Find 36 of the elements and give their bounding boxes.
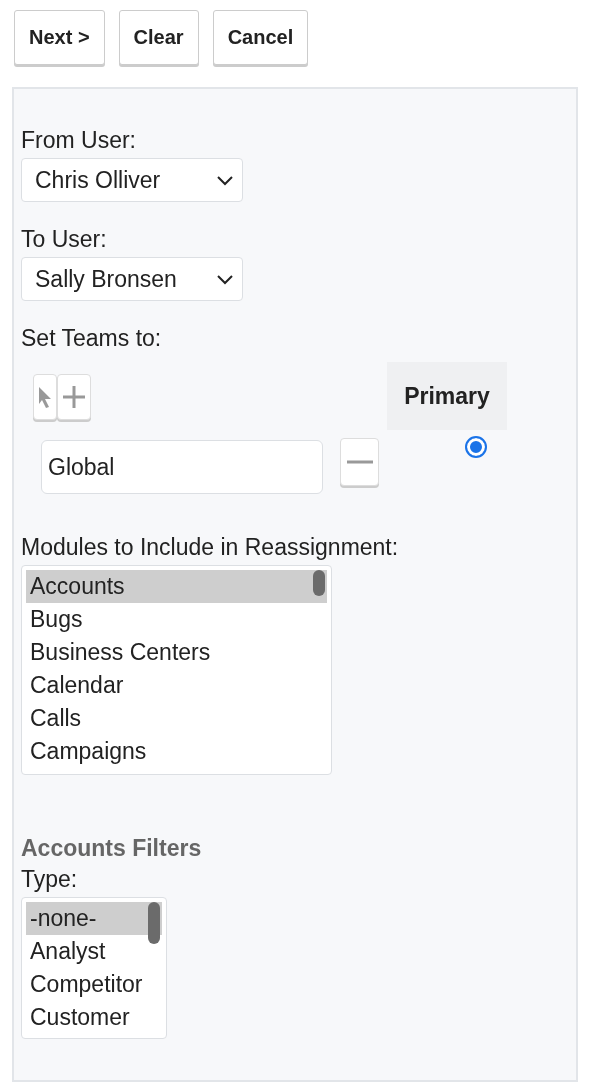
column-header: Primary [387, 362, 507, 430]
chevron-down-icon [216, 273, 234, 285]
field-label: Set Teams to: [21, 325, 162, 352]
select-team-button[interactable] [33, 374, 57, 420]
list-option[interactable]: Campaigns [26, 735, 327, 768]
scrollbar-thumb[interactable] [313, 570, 325, 596]
field-label: From User: [21, 127, 136, 154]
remove-team-button[interactable] [340, 438, 379, 486]
minus-icon [346, 460, 373, 464]
field-label: Type: [21, 866, 78, 893]
plus-icon [62, 385, 86, 409]
list-option[interactable]: Calls [26, 702, 327, 735]
add-team-button[interactable] [57, 374, 91, 420]
to-user-dropdown[interactable]: Sally Bronsen [21, 257, 243, 301]
team-input-field[interactable]: Global [41, 440, 323, 494]
modules-listbox[interactable]: Accounts Bugs Business Centers Calendar Calls Campaigns [21, 565, 332, 775]
field-label: To User: [21, 226, 107, 253]
section-title: Accounts Filters [21, 835, 202, 862]
list-option[interactable]: -none- [26, 902, 162, 935]
cursor-icon [38, 385, 52, 409]
field-label: Modules to Include in Reassignment: [21, 534, 399, 561]
from-user-dropdown[interactable]: Chris Olliver [21, 158, 243, 202]
list-option[interactable]: Calendar [26, 669, 327, 702]
type-listbox[interactable]: -none- Analyst Competitor Customer [21, 897, 167, 1039]
scrollbar-thumb[interactable] [148, 902, 160, 944]
list-option[interactable]: Accounts [26, 570, 327, 603]
list-option[interactable]: Business Centers [26, 636, 327, 669]
list-option[interactable]: Bugs [26, 603, 327, 636]
list-option[interactable]: Competitor [26, 968, 162, 1001]
primary-radio[interactable] [465, 436, 487, 458]
toolbar-button[interactable]: Clear [118, 10, 199, 65]
toolbar-button[interactable]: Next > [14, 10, 105, 65]
list-option[interactable]: Customer [26, 1001, 162, 1034]
list-option[interactable]: Analyst [26, 935, 162, 968]
toolbar-button[interactable]: Cancel [212, 10, 309, 65]
chevron-down-icon [216, 174, 234, 186]
